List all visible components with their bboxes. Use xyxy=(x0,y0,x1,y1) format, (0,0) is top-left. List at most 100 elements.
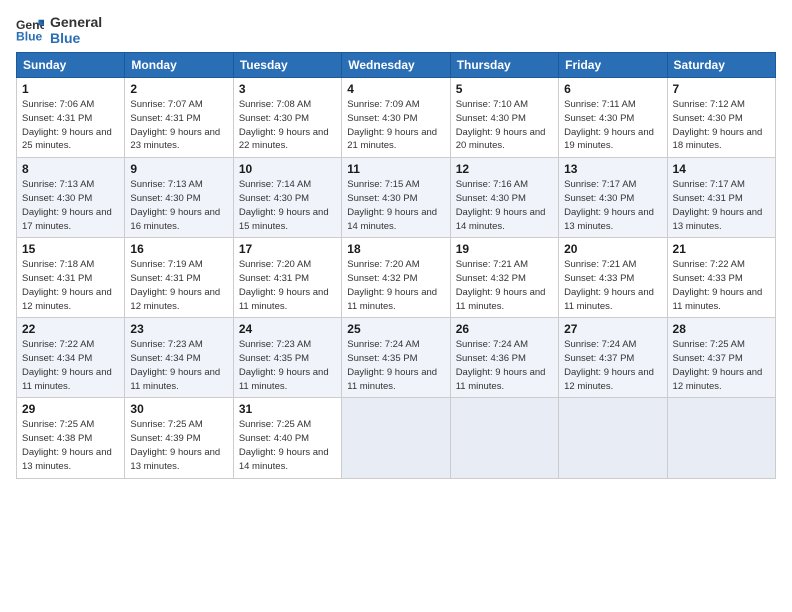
day-number: 29 xyxy=(22,402,119,416)
calendar-cell xyxy=(450,398,558,478)
calendar-cell: 5 Sunrise: 7:10 AMSunset: 4:30 PMDayligh… xyxy=(450,78,558,158)
day-number: 31 xyxy=(239,402,336,416)
day-detail: Sunrise: 7:24 AMSunset: 4:35 PMDaylight:… xyxy=(347,338,444,393)
calendar-cell: 16 Sunrise: 7:19 AMSunset: 4:31 PMDaylig… xyxy=(125,238,233,318)
day-detail: Sunrise: 7:21 AMSunset: 4:32 PMDaylight:… xyxy=(456,258,553,313)
calendar-cell: 25 Sunrise: 7:24 AMSunset: 4:35 PMDaylig… xyxy=(342,318,450,398)
weekday-header-saturday: Saturday xyxy=(667,53,775,78)
day-detail: Sunrise: 7:11 AMSunset: 4:30 PMDaylight:… xyxy=(564,98,661,153)
calendar-cell: 15 Sunrise: 7:18 AMSunset: 4:31 PMDaylig… xyxy=(17,238,125,318)
calendar-cell: 19 Sunrise: 7:21 AMSunset: 4:32 PMDaylig… xyxy=(450,238,558,318)
calendar-cell: 13 Sunrise: 7:17 AMSunset: 4:30 PMDaylig… xyxy=(559,158,667,238)
calendar-cell xyxy=(667,398,775,478)
svg-text:Blue: Blue xyxy=(16,29,43,43)
day-detail: Sunrise: 7:25 AMSunset: 4:38 PMDaylight:… xyxy=(22,418,119,473)
page-container: General Blue General Blue SundayMondayTu… xyxy=(0,0,792,489)
calendar-cell: 7 Sunrise: 7:12 AMSunset: 4:30 PMDayligh… xyxy=(667,78,775,158)
calendar-cell: 10 Sunrise: 7:14 AMSunset: 4:30 PMDaylig… xyxy=(233,158,341,238)
day-number: 20 xyxy=(564,242,661,256)
calendar-week-4: 22 Sunrise: 7:22 AMSunset: 4:34 PMDaylig… xyxy=(17,318,776,398)
day-number: 19 xyxy=(456,242,553,256)
calendar-cell: 1 Sunrise: 7:06 AMSunset: 4:31 PMDayligh… xyxy=(17,78,125,158)
day-number: 5 xyxy=(456,82,553,96)
calendar-cell: 23 Sunrise: 7:23 AMSunset: 4:34 PMDaylig… xyxy=(125,318,233,398)
calendar-cell: 20 Sunrise: 7:21 AMSunset: 4:33 PMDaylig… xyxy=(559,238,667,318)
day-number: 23 xyxy=(130,322,227,336)
day-detail: Sunrise: 7:14 AMSunset: 4:30 PMDaylight:… xyxy=(239,178,336,233)
day-number: 28 xyxy=(673,322,770,336)
calendar-cell: 3 Sunrise: 7:08 AMSunset: 4:30 PMDayligh… xyxy=(233,78,341,158)
day-number: 11 xyxy=(347,162,444,176)
day-number: 27 xyxy=(564,322,661,336)
day-detail: Sunrise: 7:25 AMSunset: 4:39 PMDaylight:… xyxy=(130,418,227,473)
day-number: 2 xyxy=(130,82,227,96)
day-number: 1 xyxy=(22,82,119,96)
day-number: 10 xyxy=(239,162,336,176)
day-detail: Sunrise: 7:20 AMSunset: 4:31 PMDaylight:… xyxy=(239,258,336,313)
day-detail: Sunrise: 7:06 AMSunset: 4:31 PMDaylight:… xyxy=(22,98,119,153)
day-detail: Sunrise: 7:22 AMSunset: 4:33 PMDaylight:… xyxy=(673,258,770,313)
calendar-week-1: 1 Sunrise: 7:06 AMSunset: 4:31 PMDayligh… xyxy=(17,78,776,158)
day-detail: Sunrise: 7:24 AMSunset: 4:37 PMDaylight:… xyxy=(564,338,661,393)
weekday-header-tuesday: Tuesday xyxy=(233,53,341,78)
calendar-cell: 18 Sunrise: 7:20 AMSunset: 4:32 PMDaylig… xyxy=(342,238,450,318)
calendar-cell: 27 Sunrise: 7:24 AMSunset: 4:37 PMDaylig… xyxy=(559,318,667,398)
day-detail: Sunrise: 7:18 AMSunset: 4:31 PMDaylight:… xyxy=(22,258,119,313)
calendar-cell: 11 Sunrise: 7:15 AMSunset: 4:30 PMDaylig… xyxy=(342,158,450,238)
logo-blue: Blue xyxy=(50,30,102,46)
calendar-table: SundayMondayTuesdayWednesdayThursdayFrid… xyxy=(16,52,776,478)
day-detail: Sunrise: 7:13 AMSunset: 4:30 PMDaylight:… xyxy=(130,178,227,233)
day-number: 16 xyxy=(130,242,227,256)
calendar-week-5: 29 Sunrise: 7:25 AMSunset: 4:38 PMDaylig… xyxy=(17,398,776,478)
weekday-header-row: SundayMondayTuesdayWednesdayThursdayFrid… xyxy=(17,53,776,78)
weekday-header-wednesday: Wednesday xyxy=(342,53,450,78)
day-number: 24 xyxy=(239,322,336,336)
day-detail: Sunrise: 7:25 AMSunset: 4:37 PMDaylight:… xyxy=(673,338,770,393)
day-number: 14 xyxy=(673,162,770,176)
day-detail: Sunrise: 7:20 AMSunset: 4:32 PMDaylight:… xyxy=(347,258,444,313)
day-number: 15 xyxy=(22,242,119,256)
calendar-cell: 2 Sunrise: 7:07 AMSunset: 4:31 PMDayligh… xyxy=(125,78,233,158)
weekday-header-sunday: Sunday xyxy=(17,53,125,78)
calendar-cell: 12 Sunrise: 7:16 AMSunset: 4:30 PMDaylig… xyxy=(450,158,558,238)
calendar-cell xyxy=(342,398,450,478)
day-detail: Sunrise: 7:21 AMSunset: 4:33 PMDaylight:… xyxy=(564,258,661,313)
weekday-header-monday: Monday xyxy=(125,53,233,78)
day-detail: Sunrise: 7:08 AMSunset: 4:30 PMDaylight:… xyxy=(239,98,336,153)
day-detail: Sunrise: 7:23 AMSunset: 4:35 PMDaylight:… xyxy=(239,338,336,393)
calendar-cell: 21 Sunrise: 7:22 AMSunset: 4:33 PMDaylig… xyxy=(667,238,775,318)
calendar-week-3: 15 Sunrise: 7:18 AMSunset: 4:31 PMDaylig… xyxy=(17,238,776,318)
day-number: 18 xyxy=(347,242,444,256)
calendar-cell: 26 Sunrise: 7:24 AMSunset: 4:36 PMDaylig… xyxy=(450,318,558,398)
day-detail: Sunrise: 7:17 AMSunset: 4:31 PMDaylight:… xyxy=(673,178,770,233)
day-number: 30 xyxy=(130,402,227,416)
logo-general: General xyxy=(50,14,102,30)
day-number: 25 xyxy=(347,322,444,336)
day-detail: Sunrise: 7:25 AMSunset: 4:40 PMDaylight:… xyxy=(239,418,336,473)
day-detail: Sunrise: 7:09 AMSunset: 4:30 PMDaylight:… xyxy=(347,98,444,153)
calendar-cell: 24 Sunrise: 7:23 AMSunset: 4:35 PMDaylig… xyxy=(233,318,341,398)
calendar-cell: 17 Sunrise: 7:20 AMSunset: 4:31 PMDaylig… xyxy=(233,238,341,318)
day-number: 21 xyxy=(673,242,770,256)
calendar-cell: 28 Sunrise: 7:25 AMSunset: 4:37 PMDaylig… xyxy=(667,318,775,398)
logo-icon: General Blue xyxy=(16,16,44,44)
logo: General Blue General Blue xyxy=(16,14,102,46)
calendar-cell: 29 Sunrise: 7:25 AMSunset: 4:38 PMDaylig… xyxy=(17,398,125,478)
day-number: 7 xyxy=(673,82,770,96)
day-number: 6 xyxy=(564,82,661,96)
day-number: 12 xyxy=(456,162,553,176)
day-detail: Sunrise: 7:13 AMSunset: 4:30 PMDaylight:… xyxy=(22,178,119,233)
day-detail: Sunrise: 7:22 AMSunset: 4:34 PMDaylight:… xyxy=(22,338,119,393)
calendar-cell xyxy=(559,398,667,478)
calendar-week-2: 8 Sunrise: 7:13 AMSunset: 4:30 PMDayligh… xyxy=(17,158,776,238)
calendar-cell: 9 Sunrise: 7:13 AMSunset: 4:30 PMDayligh… xyxy=(125,158,233,238)
day-detail: Sunrise: 7:12 AMSunset: 4:30 PMDaylight:… xyxy=(673,98,770,153)
calendar-cell: 4 Sunrise: 7:09 AMSunset: 4:30 PMDayligh… xyxy=(342,78,450,158)
day-number: 17 xyxy=(239,242,336,256)
calendar-cell: 31 Sunrise: 7:25 AMSunset: 4:40 PMDaylig… xyxy=(233,398,341,478)
weekday-header-friday: Friday xyxy=(559,53,667,78)
calendar-cell: 6 Sunrise: 7:11 AMSunset: 4:30 PMDayligh… xyxy=(559,78,667,158)
day-detail: Sunrise: 7:16 AMSunset: 4:30 PMDaylight:… xyxy=(456,178,553,233)
day-detail: Sunrise: 7:24 AMSunset: 4:36 PMDaylight:… xyxy=(456,338,553,393)
day-number: 13 xyxy=(564,162,661,176)
